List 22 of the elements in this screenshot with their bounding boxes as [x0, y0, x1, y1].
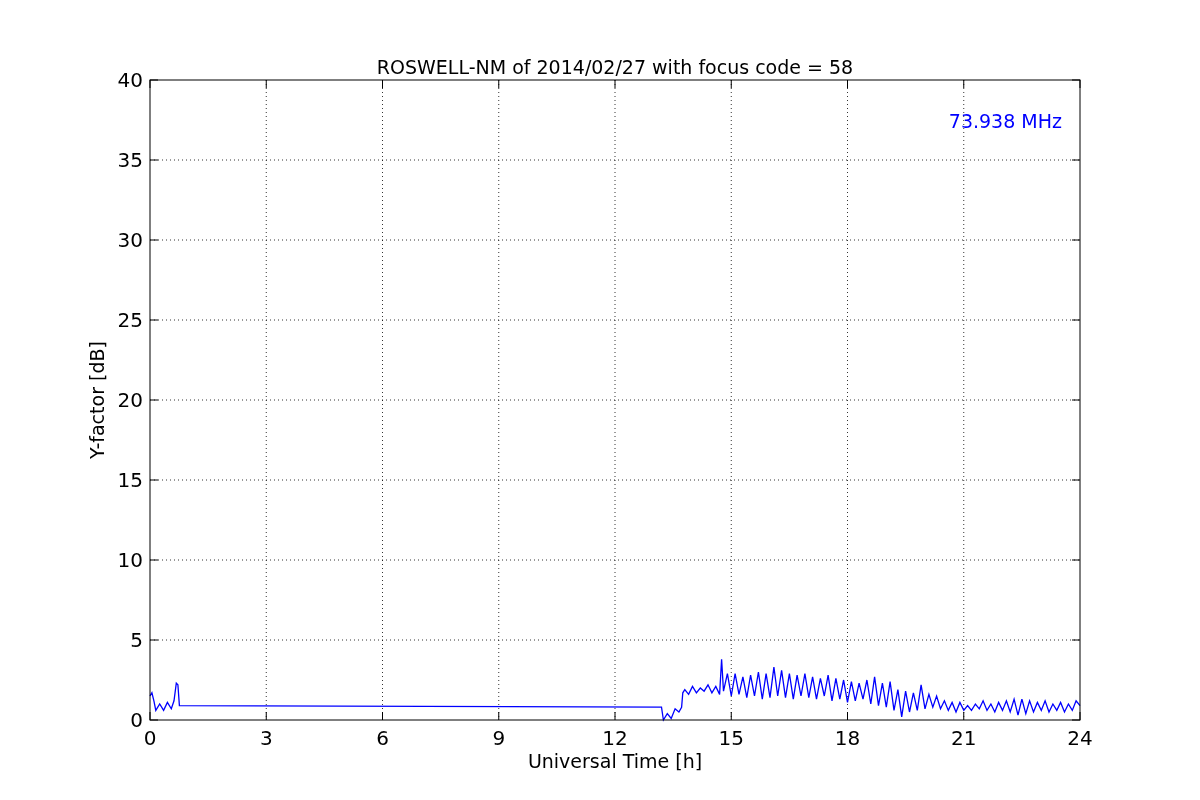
chart-title: ROSWELL-NM of 2014/02/27 with focus code = 58: [376, 56, 854, 78]
tick-label: 24: [1067, 726, 1093, 750]
tick-label: 0: [130, 708, 143, 732]
frequency-annotation: 73.938 MHz: [948, 110, 1062, 132]
tick-label: 15: [718, 726, 744, 750]
tick-label: 18: [834, 726, 861, 750]
tick-label: 3: [259, 726, 273, 750]
tick-label: 21: [951, 726, 977, 750]
tick-label: 10: [117, 548, 143, 572]
tick-label: 6: [376, 726, 389, 750]
tick-label: 5: [130, 628, 143, 652]
tick-label: 20: [117, 388, 143, 412]
tick-label: 0: [143, 726, 157, 750]
tick-label: 40: [117, 68, 143, 92]
tick-label: 30: [117, 228, 143, 252]
tick-label: 25: [117, 308, 143, 332]
tick-label: 35: [117, 148, 143, 172]
tick-label: 12: [602, 726, 628, 750]
axis-label: Y-factor [dB]: [86, 341, 108, 459]
axis-label: Universal Time [h]: [527, 750, 703, 772]
tick-label: 9: [492, 726, 506, 750]
tick-label: 15: [117, 468, 143, 492]
